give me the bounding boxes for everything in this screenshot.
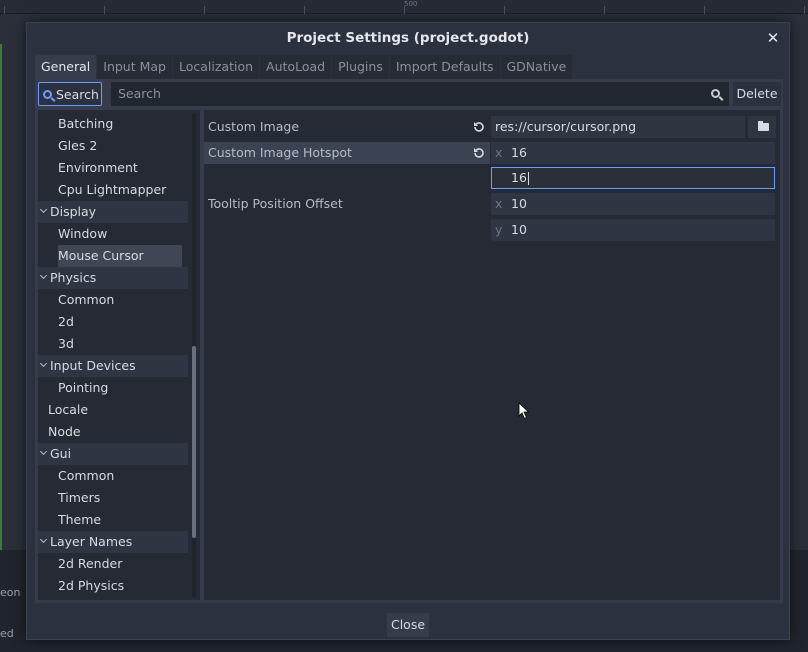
custom-image-path-field[interactable]: res://cursor/cursor.png <box>491 116 745 138</box>
tab-general[interactable]: General <box>35 55 97 79</box>
tree-item-pointing[interactable]: Pointing <box>38 377 188 399</box>
tree-item-2d-render[interactable]: 2d Render <box>38 553 188 575</box>
hotspot-y-value: 16 <box>511 170 527 185</box>
tooltip-offset-x-field[interactable]: x 10 <box>491 193 775 215</box>
search-icon <box>43 89 52 99</box>
dialog-title: Project Settings (project.godot) <box>286 30 530 46</box>
x-axis-label: x <box>495 196 503 211</box>
hotspot-y-input[interactable]: 16 <box>491 167 775 189</box>
tab-plugins[interactable]: Plugins <box>332 55 389 79</box>
tree-category-display[interactable]: Display <box>38 201 188 223</box>
bottom-text-1: eon <box>0 586 21 599</box>
tooltip-position-offset-label: Tooltip Position Offset <box>208 196 343 211</box>
chevron-down-icon[interactable] <box>40 208 48 216</box>
tree-item-mouse-cursor[interactable]: Mouse Cursor <box>58 245 182 267</box>
search-button-label: Search <box>56 86 99 102</box>
property-inspector: Custom Image res://cursor/cursor.png Cus… <box>204 110 780 600</box>
chevron-down-icon[interactable] <box>40 362 48 370</box>
ruler-label: 500 <box>404 0 418 8</box>
chevron-down-icon[interactable] <box>40 274 48 282</box>
chevron-down-icon[interactable] <box>40 450 48 458</box>
tree-category-layer-names[interactable]: Layer Names <box>38 531 188 553</box>
close-icon[interactable]: ✕ <box>763 27 783 49</box>
tab-input-map[interactable]: Input Map <box>97 55 172 79</box>
mouse-pointer-icon <box>518 402 530 420</box>
custom-image-label: Custom Image <box>208 119 300 134</box>
tab-import-defaults[interactable]: Import Defaults <box>389 55 500 79</box>
tooltip-offset-y-field[interactable]: y 10 <box>491 219 775 241</box>
tree-item-cpu-lightmapper[interactable]: Cpu Lightmapper <box>38 179 188 201</box>
search-placeholder: Search <box>118 86 161 101</box>
delete-button[interactable]: Delete <box>733 82 781 106</box>
editor-ruler: 500 <box>0 0 808 14</box>
tree-scrollbar[interactable] <box>192 113 196 597</box>
tree-item-physics-2d[interactable]: 2d <box>38 311 188 333</box>
tree-item-node[interactable]: Node <box>38 421 188 443</box>
tree-category-label: Layer Names <box>50 534 133 549</box>
text-caret <box>527 172 529 185</box>
hotspot-x-field[interactable]: x 16 <box>491 142 775 164</box>
chevron-down-icon[interactable] <box>40 538 48 546</box>
x-axis-label: x <box>495 145 503 160</box>
tree-item-physics-3d[interactable]: 3d <box>38 333 188 355</box>
tree-category-label: Gui <box>50 446 72 461</box>
ruler-tick <box>204 6 205 14</box>
tooltip-offset-y-value: 10 <box>511 222 527 237</box>
hotspot-x-value: 16 <box>511 145 527 160</box>
general-panel: Search Search Delete Batching Gles 2 Env… <box>35 79 783 603</box>
tree-item-window[interactable]: Window <box>38 223 188 245</box>
tab-gdnative[interactable]: GDNative <box>500 55 573 79</box>
bottom-text-2: ed <box>0 627 14 640</box>
revert-icon[interactable] <box>472 120 486 134</box>
search-toggle-button[interactable]: Search <box>38 82 102 106</box>
tree-category-label: Display <box>50 204 97 219</box>
ruler-tick <box>704 6 705 14</box>
tree-item-environment[interactable]: Environment <box>38 157 188 179</box>
tooltip-offset-x-value: 10 <box>511 196 527 211</box>
folder-icon <box>758 121 769 131</box>
ruler-tick <box>304 6 305 14</box>
tree-item-timers[interactable]: Timers <box>38 487 188 509</box>
y-axis-label: y <box>495 222 503 237</box>
tree-scrollbar-thumb[interactable] <box>192 346 196 538</box>
tree-category-label: Input Devices <box>50 358 136 373</box>
tree-item-locale[interactable]: Locale <box>38 399 188 421</box>
tab-autoload[interactable]: AutoLoad <box>260 55 332 79</box>
tree-item-2d-physics[interactable]: 2d Physics <box>38 575 188 597</box>
tree-item-gui-common[interactable]: Common <box>38 465 188 487</box>
ruler-tick <box>604 6 605 14</box>
tree-category-physics[interactable]: Physics <box>38 267 188 289</box>
ruler-tick <box>104 6 105 14</box>
tab-localization[interactable]: Localization <box>173 55 260 79</box>
tree-item-theme[interactable]: Theme <box>38 509 188 531</box>
project-settings-dialog: Project Settings (project.godot) ✕ Gener… <box>26 22 790 640</box>
tree-item-batching[interactable]: Batching <box>38 113 188 135</box>
close-button[interactable]: Close <box>387 613 429 637</box>
folder-browse-button[interactable] <box>748 116 776 138</box>
tree-category-input-devices[interactable]: Input Devices <box>38 355 188 377</box>
section-tree: Batching Gles 2 Environment Cpu Lightmap… <box>38 110 200 600</box>
tab-bar: General Input Map Localization AutoLoad … <box>35 55 573 79</box>
ruler-tick <box>4 6 5 14</box>
tree-item-physics-common[interactable]: Common <box>38 289 188 311</box>
revert-icon[interactable] <box>472 146 486 160</box>
custom-image-hotspot-label: Custom Image Hotspot <box>208 145 352 160</box>
search-icon <box>711 89 720 98</box>
tree-item-gles2[interactable]: Gles 2 <box>38 135 188 157</box>
tree-category-gui[interactable]: Gui <box>38 443 188 465</box>
viewport-axis-line <box>0 44 2 550</box>
ruler-tick <box>504 6 505 14</box>
search-input[interactable]: Search <box>111 82 729 106</box>
tree-category-label: Physics <box>50 270 97 285</box>
ruler-tick <box>404 6 405 14</box>
ruler-tick <box>804 6 805 14</box>
